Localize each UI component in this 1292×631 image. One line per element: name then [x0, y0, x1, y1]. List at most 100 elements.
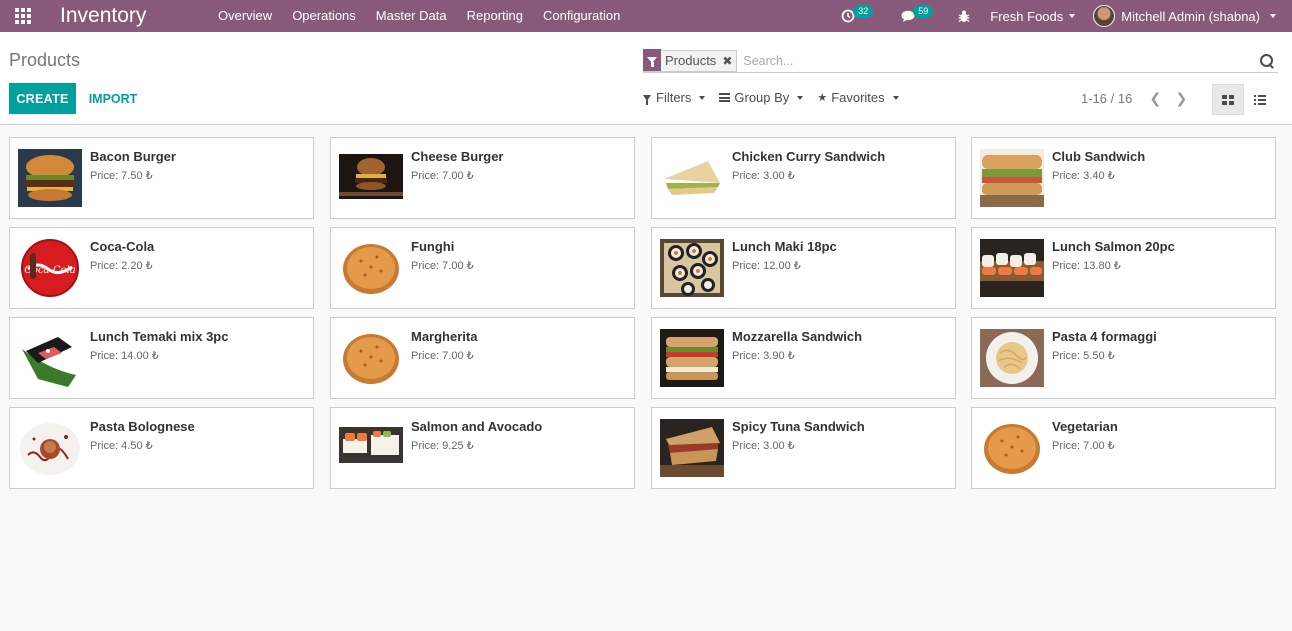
product-name: Cheese Burger	[411, 149, 504, 164]
menu-overview[interactable]: Overview	[208, 0, 282, 32]
product-name: Margherita	[411, 329, 478, 344]
product-name: Chicken Curry Sandwich	[732, 149, 886, 164]
control-panel: Products CREATE IMPORT Products ✖ Filter…	[0, 32, 1292, 125]
product-price: Price: 5.50 ₺	[1052, 350, 1115, 362]
product-card[interactable]: Lunch Salmon 20pc Price: 13.80 ₺	[971, 227, 1276, 309]
product-name: Mozzarella Sandwich	[732, 329, 863, 344]
kanban-view-button[interactable]	[1212, 84, 1244, 115]
product-price: Price: 7.50 ₺	[90, 170, 153, 182]
messaging-menu[interactable]: 59	[891, 0, 934, 32]
menu-operations[interactable]: Operations	[282, 0, 366, 32]
facet-label: Products	[665, 53, 717, 68]
product-image	[980, 419, 1044, 477]
company-switcher[interactable]: Fresh Foods	[980, 9, 1085, 24]
filter-icon	[643, 94, 651, 105]
search-bar: Products ✖	[643, 49, 1278, 73]
app-title[interactable]: Inventory	[60, 4, 208, 28]
pager-value[interactable]: 1-16 / 16	[1081, 91, 1132, 106]
top-navbar: Inventory Overview Operations Master Dat…	[0, 0, 1292, 32]
product-price: Price: 14.00 ₺	[90, 350, 159, 362]
product-name: Pasta Bolognese	[90, 419, 195, 434]
product-name: Pasta 4 formaggi	[1052, 329, 1157, 344]
search-input[interactable]	[737, 53, 1258, 68]
search-options: Filters Group By ★ Favorites	[643, 90, 899, 105]
product-card[interactable]: Pasta 4 formaggi Price: 5.50 ₺	[971, 317, 1276, 399]
breadcrumb: Products	[9, 50, 81, 70]
product-image	[339, 419, 403, 477]
view-switcher	[1212, 84, 1276, 115]
filter-icon	[643, 49, 661, 71]
product-card[interactable]: Coca-Cola Coca-Cola Price: 2.20 ₺	[9, 227, 314, 309]
product-card[interactable]: Bacon Burger Price: 7.50 ₺	[9, 137, 314, 219]
favorites-label: Favorites	[831, 90, 885, 105]
chevron-down-icon	[892, 95, 899, 100]
activity-menu[interactable]: 32	[831, 0, 874, 32]
product-name: Funghi	[411, 239, 455, 254]
search-icon[interactable]	[1258, 52, 1276, 70]
product-name: Lunch Salmon 20pc	[1052, 239, 1175, 254]
menu-master-data[interactable]: Master Data	[366, 0, 457, 32]
product-card[interactable]: Pasta Bolognese Price: 4.50 ₺	[9, 407, 314, 489]
product-card[interactable]: Cheese Burger Price: 7.00 ₺	[330, 137, 635, 219]
close-icon[interactable]: ✖	[720, 54, 736, 68]
company-name: Fresh Foods	[990, 8, 1064, 24]
favorites-dropdown[interactable]: ★ Favorites	[817, 90, 899, 105]
chevron-down-icon	[1270, 14, 1276, 18]
avatar	[1093, 5, 1116, 27]
product-card[interactable]: Spicy Tuna Sandwich Price: 3.00 ₺	[651, 407, 956, 489]
user-menu[interactable]: Mitchell Admin (shabna)	[1085, 5, 1292, 27]
product-image	[339, 329, 403, 387]
product-image	[18, 149, 82, 207]
product-card[interactable]: Margherita Price: 7.00 ₺	[330, 317, 635, 399]
product-card[interactable]: Funghi Price: 7.00 ₺	[330, 227, 635, 309]
product-card[interactable]: Lunch Maki 18pc Price: 12.00 ₺	[651, 227, 956, 309]
bars-icon	[719, 93, 731, 102]
menu-reporting[interactable]: Reporting	[457, 0, 533, 32]
product-image	[980, 149, 1044, 207]
apps-menu-icon[interactable]	[0, 0, 46, 32]
product-image	[18, 419, 82, 477]
chevron-left-icon[interactable]: ❮	[1142, 90, 1168, 107]
chevron-down-icon	[797, 95, 804, 100]
product-card[interactable]: Lunch Temaki mix 3pc Price: 14.00 ₺	[9, 317, 314, 399]
pager: 1-16 / 16 ❮ ❯	[1081, 90, 1194, 107]
product-image	[660, 239, 724, 297]
chevron-right-icon[interactable]: ❯	[1168, 90, 1194, 107]
activity-count-badge: 32	[853, 5, 874, 18]
list-view-button[interactable]	[1244, 84, 1276, 115]
product-image	[660, 149, 724, 207]
product-image: Coca-Cola	[18, 239, 82, 297]
debug-menu[interactable]	[948, 0, 980, 32]
search-facet: Products ✖	[643, 49, 738, 72]
product-price: Price: 3.00 ₺	[732, 440, 795, 452]
product-image	[339, 239, 403, 297]
groupby-dropdown[interactable]: Group By	[719, 90, 804, 105]
product-image	[660, 419, 724, 477]
bug-icon	[958, 10, 970, 22]
product-price: Price: 9.25 ₺	[411, 440, 474, 452]
product-name: Bacon Burger	[90, 149, 176, 164]
product-price: Price: 7.00 ₺	[411, 260, 474, 272]
product-price: Price: 3.00 ₺	[732, 170, 795, 182]
product-card[interactable]: Vegetarian Price: 7.00 ₺	[971, 407, 1276, 489]
product-price: Price: 7.00 ₺	[1052, 440, 1115, 452]
product-price: Price: 7.00 ₺	[411, 350, 474, 362]
product-price: Price: 7.00 ₺	[411, 170, 474, 182]
filters-dropdown[interactable]: Filters	[643, 90, 706, 105]
main-menu: Overview Operations Master Data Reportin…	[208, 0, 630, 32]
product-card[interactable]: Mozzarella Sandwich Price: 3.90 ₺	[651, 317, 956, 399]
th-large-icon	[1222, 94, 1234, 105]
product-card[interactable]: Chicken Curry Sandwich Price: 3.00 ₺	[651, 137, 956, 219]
systray: 32 59 Fresh Foods Mitchell Admin (shabna…	[831, 0, 1292, 32]
filters-label: Filters	[656, 90, 692, 105]
product-card[interactable]: Club Sandwich Price: 3.40 ₺	[971, 137, 1276, 219]
product-price: Price: 12.00 ₺	[732, 260, 801, 272]
import-button[interactable]: IMPORT	[84, 83, 142, 114]
product-name: Lunch Temaki mix 3pc	[90, 329, 229, 344]
menu-configuration[interactable]: Configuration	[533, 0, 630, 32]
create-button[interactable]: CREATE	[9, 83, 76, 114]
product-price: Price: 13.80 ₺	[1052, 260, 1121, 272]
product-name: Coca-Cola	[90, 239, 155, 254]
chevron-down-icon	[699, 95, 706, 100]
product-card[interactable]: Salmon and Avocado Price: 9.25 ₺	[330, 407, 635, 489]
